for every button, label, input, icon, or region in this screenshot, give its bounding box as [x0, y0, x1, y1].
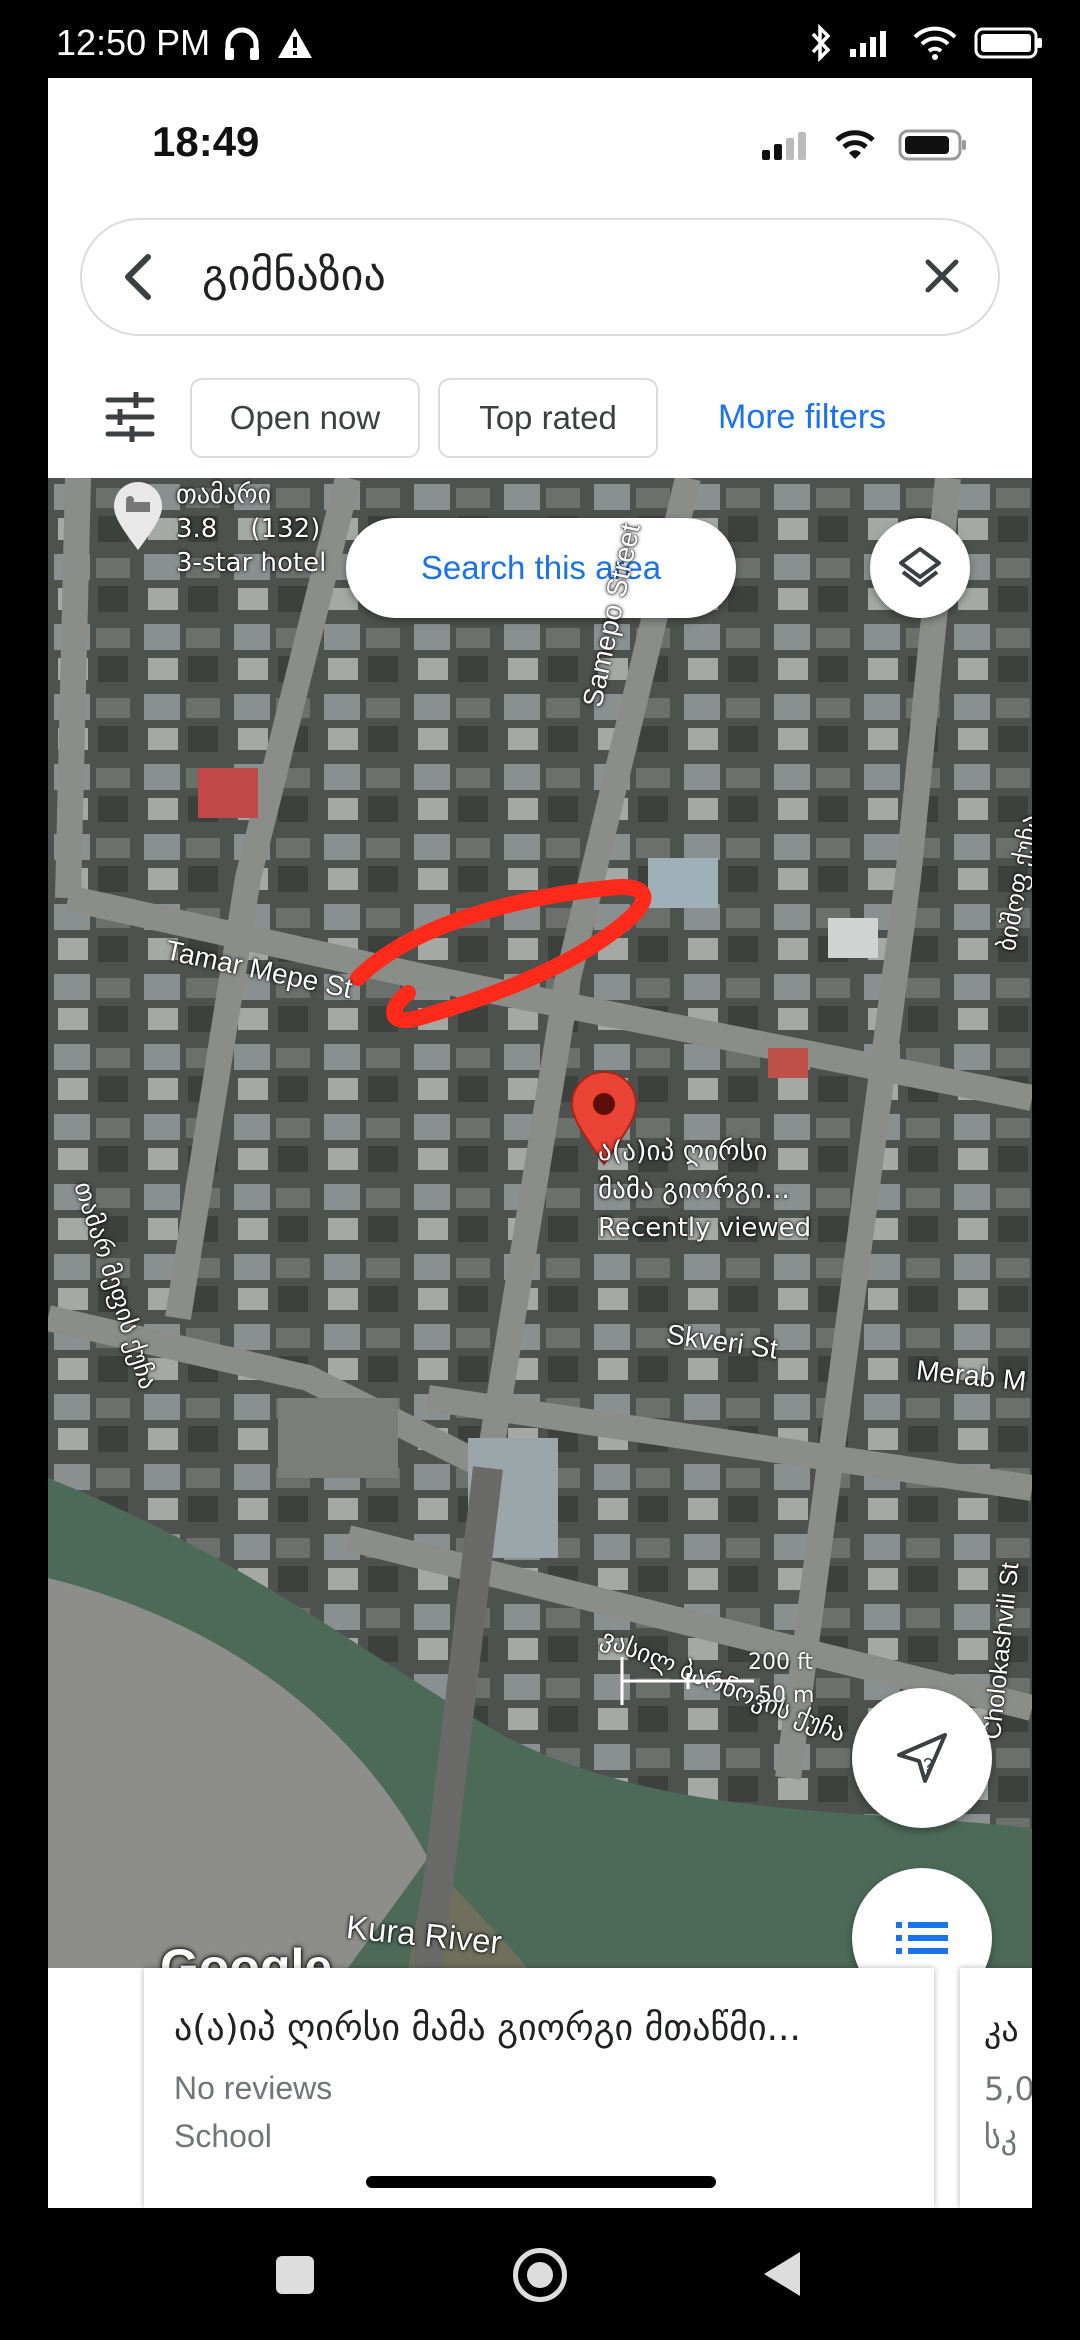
satellite-map[interactable]: Search this area თამარი 3.8 (132) 3-star… — [48, 478, 1032, 1968]
next-card-peek[interactable]: კა 5,0 სკ — [960, 1968, 1032, 2208]
hotel-type: 3-star hotel — [176, 548, 327, 578]
hotel-rating: 3.8 (132) — [176, 514, 320, 544]
recent-apps-button[interactable] — [276, 2256, 314, 2294]
ios-status-time: 18:49 — [152, 118, 260, 165]
home-button[interactable] — [513, 2248, 567, 2302]
navigation-arrow-icon: ? — [897, 1733, 947, 1783]
layers-icon — [899, 547, 941, 587]
search-bar[interactable]: გიმნაზია — [80, 218, 1000, 336]
close-icon[interactable] — [922, 256, 962, 296]
android-status-right-icons — [810, 24, 1044, 62]
next-card-rating: 5,0 — [984, 2070, 1032, 2108]
svg-text:?: ? — [923, 1755, 933, 1775]
ios-status-bar: 18:49 — [48, 78, 1032, 208]
place-label[interactable]: ა(ა)იპ ღირსი მამა გიორგი... Recently vie… — [598, 1133, 811, 1247]
back-arrow-icon[interactable] — [118, 252, 158, 302]
result-title[interactable]: ა(ა)იპ ღირსი მამა გიორგი მთაწმი... — [174, 2008, 801, 2049]
hotel-rating-value: 3.8 — [176, 514, 218, 544]
hotel-review-count: (132) — [250, 514, 321, 544]
filter-row: Open now Top rated More filters — [48, 368, 1032, 468]
android-status-left-icons — [222, 26, 314, 62]
more-filters-link[interactable]: More filters — [718, 398, 886, 437]
result-reviews: No reviews — [174, 2070, 333, 2106]
next-card-title: კა — [984, 2010, 1019, 2050]
map-scale-bar — [620, 1657, 754, 1705]
hotel-name[interactable]: თამარი — [176, 480, 271, 510]
hotel-pin-icon[interactable] — [110, 482, 166, 552]
previous-card-peek[interactable] — [48, 1968, 118, 2208]
result-card[interactable]: ა(ა)იპ ღირსი მამა გიორგი მთაწმი... No re… — [144, 1968, 934, 2208]
maps-screenshot: 18:49 გიმნაზია Open now Top rated More f… — [48, 78, 1032, 2208]
headphones-icon — [225, 27, 259, 60]
wifi-icon — [835, 130, 875, 159]
directions-button[interactable]: ? — [852, 1688, 992, 1828]
ios-status-icons — [760, 128, 968, 162]
result-type: School — [174, 2118, 272, 2154]
next-card-type: სკ — [984, 2118, 1018, 2156]
android-status-bar: 12:50 PM — [0, 0, 1080, 78]
android-nav-bar — [0, 2208, 1080, 2340]
cellular-signal-icon — [850, 31, 886, 57]
place-label-recently-viewed: Recently viewed — [598, 1213, 812, 1243]
search-query[interactable]: გიმნაზია — [202, 250, 386, 301]
battery-icon — [898, 129, 966, 161]
search-this-area-button[interactable]: Search this area — [346, 518, 736, 618]
google-logo: Google — [160, 1939, 333, 1968]
place-label-line2: მამა გიორგი... — [598, 1174, 791, 1205]
android-status-time: 12:50 PM — [56, 22, 211, 63]
layers-button[interactable] — [870, 518, 970, 618]
top-rated-chip[interactable]: Top rated — [438, 378, 658, 458]
battery-icon — [974, 27, 1042, 59]
wifi-icon — [913, 26, 957, 60]
warning-icon — [278, 28, 312, 58]
open-now-chip[interactable]: Open now — [190, 378, 420, 458]
scale-feet-label: 200 ft — [748, 1650, 813, 1675]
home-indicator[interactable] — [366, 2176, 716, 2188]
cellular-signal-icon — [762, 132, 806, 160]
place-label-line1: ა(ა)იპ ღირსი — [598, 1136, 768, 1167]
filter-settings-icon[interactable] — [104, 392, 156, 442]
bluetooth-icon — [811, 24, 831, 62]
scale-meters-label: 50 m — [758, 1683, 815, 1708]
back-button[interactable] — [764, 2252, 800, 2296]
list-icon — [896, 1922, 948, 1954]
